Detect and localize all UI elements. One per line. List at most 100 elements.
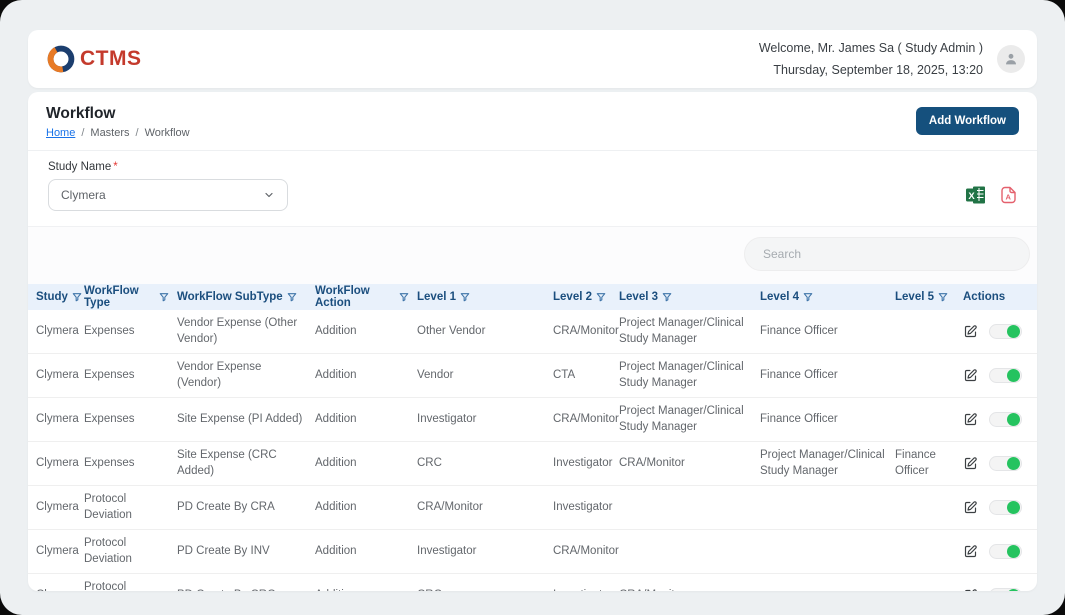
cell-level-2: CRA/Monitor: [553, 538, 619, 566]
cell-study: Clymera: [36, 450, 84, 478]
study-name-label: Study Name*: [48, 161, 288, 173]
column-label: Level 2: [553, 291, 592, 303]
cell-level-4: [760, 590, 895, 592]
cell-workflow-subtype: PD Create By CRA: [177, 494, 315, 522]
search-input[interactable]: [744, 237, 1030, 271]
cell-actions: [963, 324, 1037, 339]
workflow-panel: Workflow Home / Masters / Workflow Add W…: [28, 92, 1037, 591]
app-screen: CTMS Welcome, Mr. James Sa ( Study Admin…: [0, 0, 1065, 615]
table-row: ClymeraProtocol DeviationPD Create By CR…: [28, 486, 1037, 530]
table-body: ClymeraExpensesVendor Expense (Other Ven…: [28, 310, 1037, 591]
filter-funnel-icon[interactable]: [287, 292, 297, 302]
filter-funnel-icon[interactable]: [72, 292, 82, 302]
pdf-export-icon[interactable]: A: [1000, 186, 1017, 204]
person-icon: [1003, 51, 1019, 67]
cell-study: Clymera: [36, 318, 84, 346]
svg-text:X: X: [968, 191, 975, 202]
cell-actions: [963, 456, 1037, 471]
breadcrumb-current: Workflow: [145, 127, 190, 139]
cell-level-3: Project Manager/Clinical Study Manager: [619, 310, 760, 353]
logo-text: CTMS: [80, 47, 142, 71]
filter-funnel-icon[interactable]: [159, 292, 169, 302]
edit-workflow-button[interactable]: [963, 500, 978, 515]
edit-workflow-button[interactable]: [963, 412, 978, 427]
cell-level-3: CRA/Monitor: [619, 450, 760, 478]
filter-funnel-icon[interactable]: [460, 292, 470, 302]
top-header-bar: CTMS Welcome, Mr. James Sa ( Study Admin…: [28, 30, 1037, 88]
edit-workflow-button[interactable]: [963, 368, 978, 383]
column-header-workflow-subtype: WorkFlow SubType: [177, 291, 315, 303]
toggle-thumb: [1007, 545, 1020, 558]
edit-workflow-button[interactable]: [963, 324, 978, 339]
toggle-thumb: [1007, 413, 1020, 426]
cell-level-5: [895, 326, 963, 338]
cell-level-2: CTA: [553, 362, 619, 390]
status-toggle[interactable]: [989, 588, 1022, 591]
cell-level-1: Other Vendor: [417, 318, 553, 346]
cell-level-1: CRC: [417, 450, 553, 478]
cell-level-5: [895, 414, 963, 426]
status-toggle[interactable]: [989, 544, 1022, 559]
cell-workflow-type: Expenses: [84, 406, 177, 434]
edit-workflow-button[interactable]: [963, 456, 978, 471]
breadcrumb-home-link[interactable]: Home: [46, 127, 75, 139]
column-header-level-4: Level 4: [760, 291, 895, 303]
page-title: Workflow: [46, 105, 190, 123]
cell-level-3: Project Manager/Clinical Study Manager: [619, 354, 760, 397]
user-avatar[interactable]: [997, 45, 1025, 73]
status-toggle[interactable]: [989, 412, 1022, 427]
study-name-select[interactable]: Clymera: [48, 179, 288, 211]
cell-level-2: Investigator: [553, 494, 619, 522]
column-label: WorkFlow SubType: [177, 291, 283, 303]
breadcrumb-masters: Masters: [90, 127, 129, 139]
chevron-down-icon: [263, 189, 275, 201]
toggle-thumb: [1007, 457, 1020, 470]
cell-level-2: Investigator: [553, 582, 619, 591]
cell-workflow-subtype: Site Expense (PI Added): [177, 406, 315, 434]
filter-funnel-icon[interactable]: [938, 292, 948, 302]
cell-level-1: Investigator: [417, 538, 553, 566]
column-label: Level 4: [760, 291, 799, 303]
cell-workflow-action: Addition: [315, 582, 417, 591]
column-header-level-3: Level 3: [619, 291, 760, 303]
column-label: Level 5: [895, 291, 934, 303]
cell-level-5: [895, 590, 963, 592]
filter-funnel-icon[interactable]: [803, 292, 813, 302]
table-row: ClymeraProtocol DeviationPD Create By IN…: [28, 530, 1037, 574]
cell-actions: [963, 588, 1037, 591]
edit-workflow-button[interactable]: [963, 588, 978, 591]
status-toggle[interactable]: [989, 368, 1022, 383]
excel-export-icon[interactable]: X: [966, 186, 986, 204]
cell-level-3: Project Manager/Clinical Study Manager: [619, 398, 760, 441]
cell-workflow-type: Expenses: [84, 318, 177, 346]
required-asterisk: *: [113, 161, 117, 173]
cell-workflow-type: Protocol Deviation: [84, 530, 177, 573]
breadcrumb-separator: /: [136, 127, 139, 139]
cell-level-4: [760, 546, 895, 558]
table-row: ClymeraExpensesSite Expense (CRC Added)A…: [28, 442, 1037, 486]
cell-level-3: [619, 502, 760, 514]
filter-funnel-icon[interactable]: [399, 292, 409, 302]
cell-workflow-subtype: Vendor Expense (Vendor): [177, 354, 315, 397]
cell-workflow-action: Addition: [315, 494, 417, 522]
column-header-actions: Actions: [963, 291, 1037, 303]
filter-funnel-icon[interactable]: [596, 292, 606, 302]
cell-workflow-subtype: PD Create By CRC: [177, 582, 315, 591]
cell-level-3: CRA/Monitor: [619, 582, 760, 591]
edit-workflow-button[interactable]: [963, 544, 978, 559]
study-name-selected-value: Clymera: [61, 188, 106, 202]
cell-workflow-action: Addition: [315, 362, 417, 390]
column-label: Level 3: [619, 291, 658, 303]
status-toggle[interactable]: [989, 324, 1022, 339]
filter-funnel-icon[interactable]: [662, 292, 672, 302]
cell-workflow-type: Expenses: [84, 450, 177, 478]
status-toggle[interactable]: [989, 456, 1022, 471]
column-header-study: Study: [36, 291, 84, 303]
add-workflow-button[interactable]: Add Workflow: [916, 107, 1019, 135]
search-section: [28, 226, 1037, 284]
status-toggle[interactable]: [989, 500, 1022, 515]
cell-level-4: Project Manager/Clinical Study Manager: [760, 442, 895, 485]
column-label: Level 1: [417, 291, 456, 303]
cell-level-2: CRA/Monitor: [553, 318, 619, 346]
table-row: ClymeraExpensesSite Expense (PI Added)Ad…: [28, 398, 1037, 442]
